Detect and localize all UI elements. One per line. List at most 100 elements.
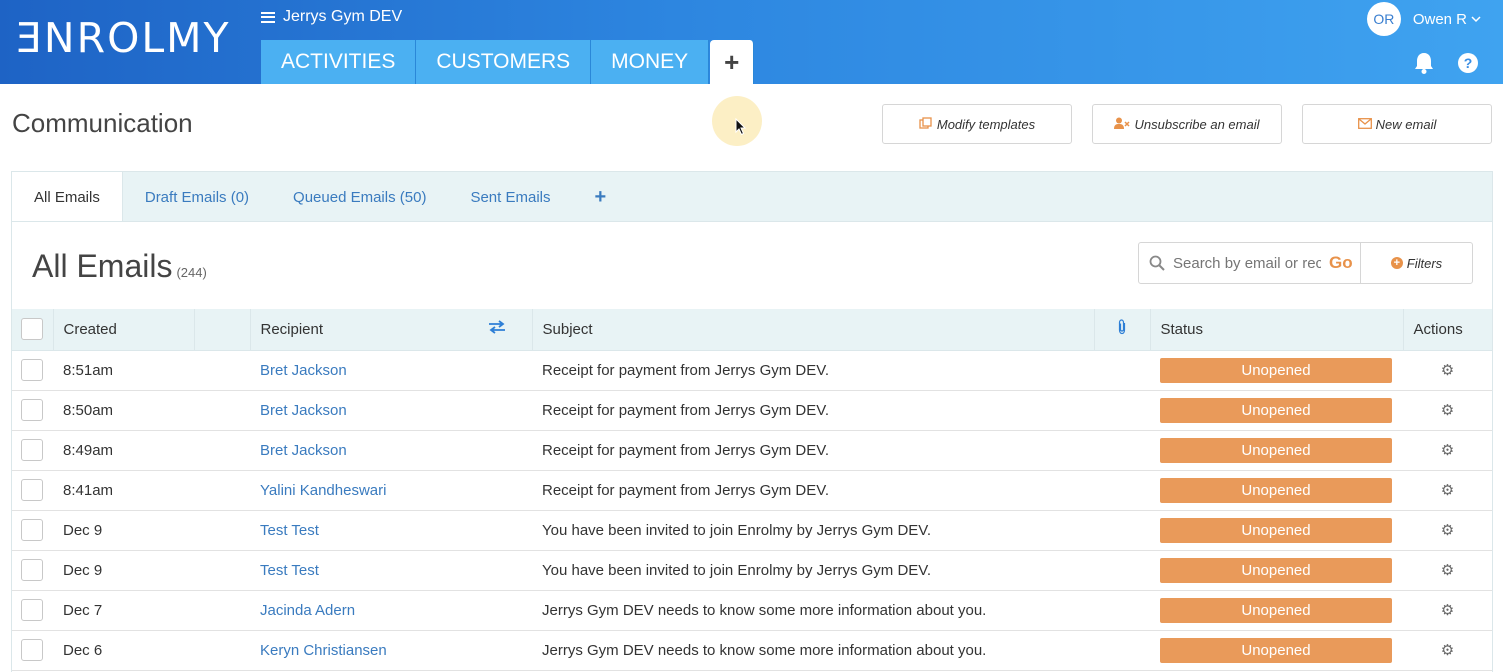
row-recipient-link[interactable]: Keryn Christiansen xyxy=(250,630,532,670)
filters-button[interactable]: + Filters xyxy=(1360,242,1473,284)
row-created: 8:51am xyxy=(63,361,114,379)
gear-icon[interactable]: ⚙ xyxy=(1413,441,1482,459)
status-badge: Unopened xyxy=(1160,597,1392,623)
row-subject[interactable]: Receipt for payment from Jerrys Gym DEV. xyxy=(532,430,1150,470)
email-list-panel: All Emails(244) Go + Filters Created Rec… xyxy=(11,221,1493,672)
row-recipient-link[interactable]: Jacinda Adern xyxy=(250,590,532,630)
row-subject[interactable]: You have been invited to join Enrolmy by… xyxy=(532,510,1150,550)
swap-arrows-icon[interactable] xyxy=(488,309,533,351)
row-created: Dec 7 xyxy=(63,601,103,619)
row-subject[interactable]: Receipt for payment from Jerrys Gym DEV. xyxy=(532,470,1150,510)
gear-icon[interactable]: ⚙ xyxy=(1413,361,1482,379)
table-row[interactable]: 8:41am Yalini Kandheswari Receipt for pa… xyxy=(12,470,1492,510)
tab-sent-emails[interactable]: Sent Emails xyxy=(448,172,572,222)
row-created: 8:50am xyxy=(63,401,114,419)
hamburger-icon[interactable] xyxy=(261,11,275,23)
org-switcher[interactable]: Jerrys Gym DEV xyxy=(261,8,402,26)
column-spacer xyxy=(194,309,251,351)
filters-label: Filters xyxy=(1406,255,1443,271)
row-subject[interactable]: You have been invited to join Enrolmy by… xyxy=(532,550,1150,590)
table-row[interactable]: 8:49am Bret Jackson Receipt for payment … xyxy=(12,430,1492,470)
gear-icon[interactable]: ⚙ xyxy=(1413,481,1482,499)
row-subject[interactable]: Jerrys Gym DEV needs to know some more i… xyxy=(532,630,1150,670)
tab-all-emails[interactable]: All Emails xyxy=(12,172,123,223)
table-row[interactable]: 8:50am Bret Jackson Receipt for payment … xyxy=(12,390,1492,430)
modify-templates-button[interactable]: Modify templates xyxy=(882,104,1072,144)
row-recipient-link[interactable]: Bret Jackson xyxy=(250,430,532,470)
chevron-down-icon[interactable] xyxy=(1471,15,1481,23)
plus-circle-icon: + xyxy=(1390,257,1403,269)
status-badge: Unopened xyxy=(1160,357,1392,383)
add-tab-button[interactable]: + xyxy=(573,172,629,222)
nav-tab-customers[interactable]: CUSTOMERS xyxy=(416,40,592,84)
new-email-label: New email xyxy=(1375,116,1437,132)
avatar[interactable]: OR xyxy=(1366,2,1401,36)
table-row[interactable]: Dec 7 Jacinda Adern Jerrys Gym DEV needs… xyxy=(12,590,1492,630)
search-go-button[interactable]: Go xyxy=(1329,253,1353,273)
gear-icon[interactable]: ⚙ xyxy=(1413,601,1482,619)
row-checkbox[interactable] xyxy=(21,599,43,621)
row-checkbox[interactable] xyxy=(21,639,43,661)
status-badge: Unopened xyxy=(1160,397,1392,423)
row-created: Dec 9 xyxy=(63,561,103,579)
email-tabs: All Emails Draft Emails (0) Queued Email… xyxy=(11,171,1493,223)
row-recipient-link[interactable]: Test Test xyxy=(250,550,532,590)
row-checkbox[interactable] xyxy=(21,559,43,581)
row-checkbox[interactable] xyxy=(21,359,43,381)
gear-icon[interactable]: ⚙ xyxy=(1413,401,1482,419)
row-created: Dec 9 xyxy=(63,521,103,539)
tab-draft-emails[interactable]: Draft Emails (0) xyxy=(123,172,271,222)
status-badge: Unopened xyxy=(1160,637,1392,663)
enrolmy-logo[interactable]: ƎNROLMY xyxy=(16,14,231,62)
search-box: Go xyxy=(1138,242,1361,284)
email-table: Created Recipient Subject Status Actions… xyxy=(12,309,1492,671)
column-subject[interactable]: Subject xyxy=(532,309,1095,351)
column-status[interactable]: Status xyxy=(1150,309,1404,351)
nav-tab-money[interactable]: MONEY xyxy=(591,40,710,84)
main-nav: ACTIVITIES CUSTOMERS MONEY + xyxy=(261,40,755,84)
user-remove-icon xyxy=(1114,117,1131,132)
nav-tab-activities[interactable]: ACTIVITIES xyxy=(261,40,417,84)
gear-icon[interactable]: ⚙ xyxy=(1413,521,1482,539)
search-input[interactable] xyxy=(1173,254,1321,272)
column-recipient[interactable]: Recipient xyxy=(250,309,488,351)
nav-add-button[interactable]: + xyxy=(710,40,755,84)
row-recipient-link[interactable]: Yalini Kandheswari xyxy=(250,470,532,510)
mouse-cursor-icon xyxy=(735,118,747,136)
new-email-button[interactable]: New email xyxy=(1302,104,1492,144)
row-recipient-link[interactable]: Test Test xyxy=(250,510,532,550)
table-row[interactable]: 8:51am Bret Jackson Receipt for payment … xyxy=(12,350,1492,390)
row-recipient-link[interactable]: Bret Jackson xyxy=(250,350,532,390)
unsubscribe-email-button[interactable]: Unsubscribe an email xyxy=(1092,104,1282,144)
row-created: Dec 6 xyxy=(63,641,103,659)
search-icon xyxy=(1149,255,1165,271)
column-created[interactable]: Created xyxy=(53,309,195,351)
column-actions: Actions xyxy=(1403,309,1492,351)
help-icon[interactable]: ? xyxy=(1455,50,1481,76)
user-name[interactable]: Owen R xyxy=(1413,11,1467,28)
row-created: 8:41am xyxy=(63,481,114,499)
select-all-checkbox[interactable] xyxy=(21,318,43,341)
unsubscribe-email-label: Unsubscribe an email xyxy=(1134,116,1260,132)
gear-icon[interactable]: ⚙ xyxy=(1413,561,1482,579)
paperclip-icon[interactable] xyxy=(1094,309,1151,351)
table-row[interactable]: Dec 6 Keryn Christiansen Jerrys Gym DEV … xyxy=(12,630,1492,670)
table-row[interactable]: Dec 9 Test Test You have been invited to… xyxy=(12,510,1492,550)
table-row[interactable]: Dec 9 Test Test You have been invited to… xyxy=(12,550,1492,590)
envelope-icon xyxy=(1357,117,1372,132)
row-subject[interactable]: Jerrys Gym DEV needs to know some more i… xyxy=(532,590,1150,630)
gear-icon[interactable]: ⚙ xyxy=(1413,641,1482,659)
row-subject[interactable]: Receipt for payment from Jerrys Gym DEV. xyxy=(532,350,1150,390)
row-checkbox[interactable] xyxy=(21,439,43,461)
row-recipient-link[interactable]: Bret Jackson xyxy=(250,390,532,430)
status-badge: Unopened xyxy=(1160,437,1392,463)
list-title: All Emails (244) xyxy=(32,248,207,285)
row-checkbox[interactable] xyxy=(21,479,43,501)
tab-queued-emails[interactable]: Queued Emails (50) xyxy=(271,172,448,222)
row-checkbox[interactable] xyxy=(21,399,43,421)
row-subject[interactable]: Receipt for payment from Jerrys Gym DEV. xyxy=(532,390,1150,430)
list-title-text: All Emails xyxy=(32,248,173,284)
user-menu[interactable]: OR Owen R xyxy=(1366,2,1481,36)
row-checkbox[interactable] xyxy=(21,519,43,541)
bell-icon[interactable] xyxy=(1411,50,1437,76)
